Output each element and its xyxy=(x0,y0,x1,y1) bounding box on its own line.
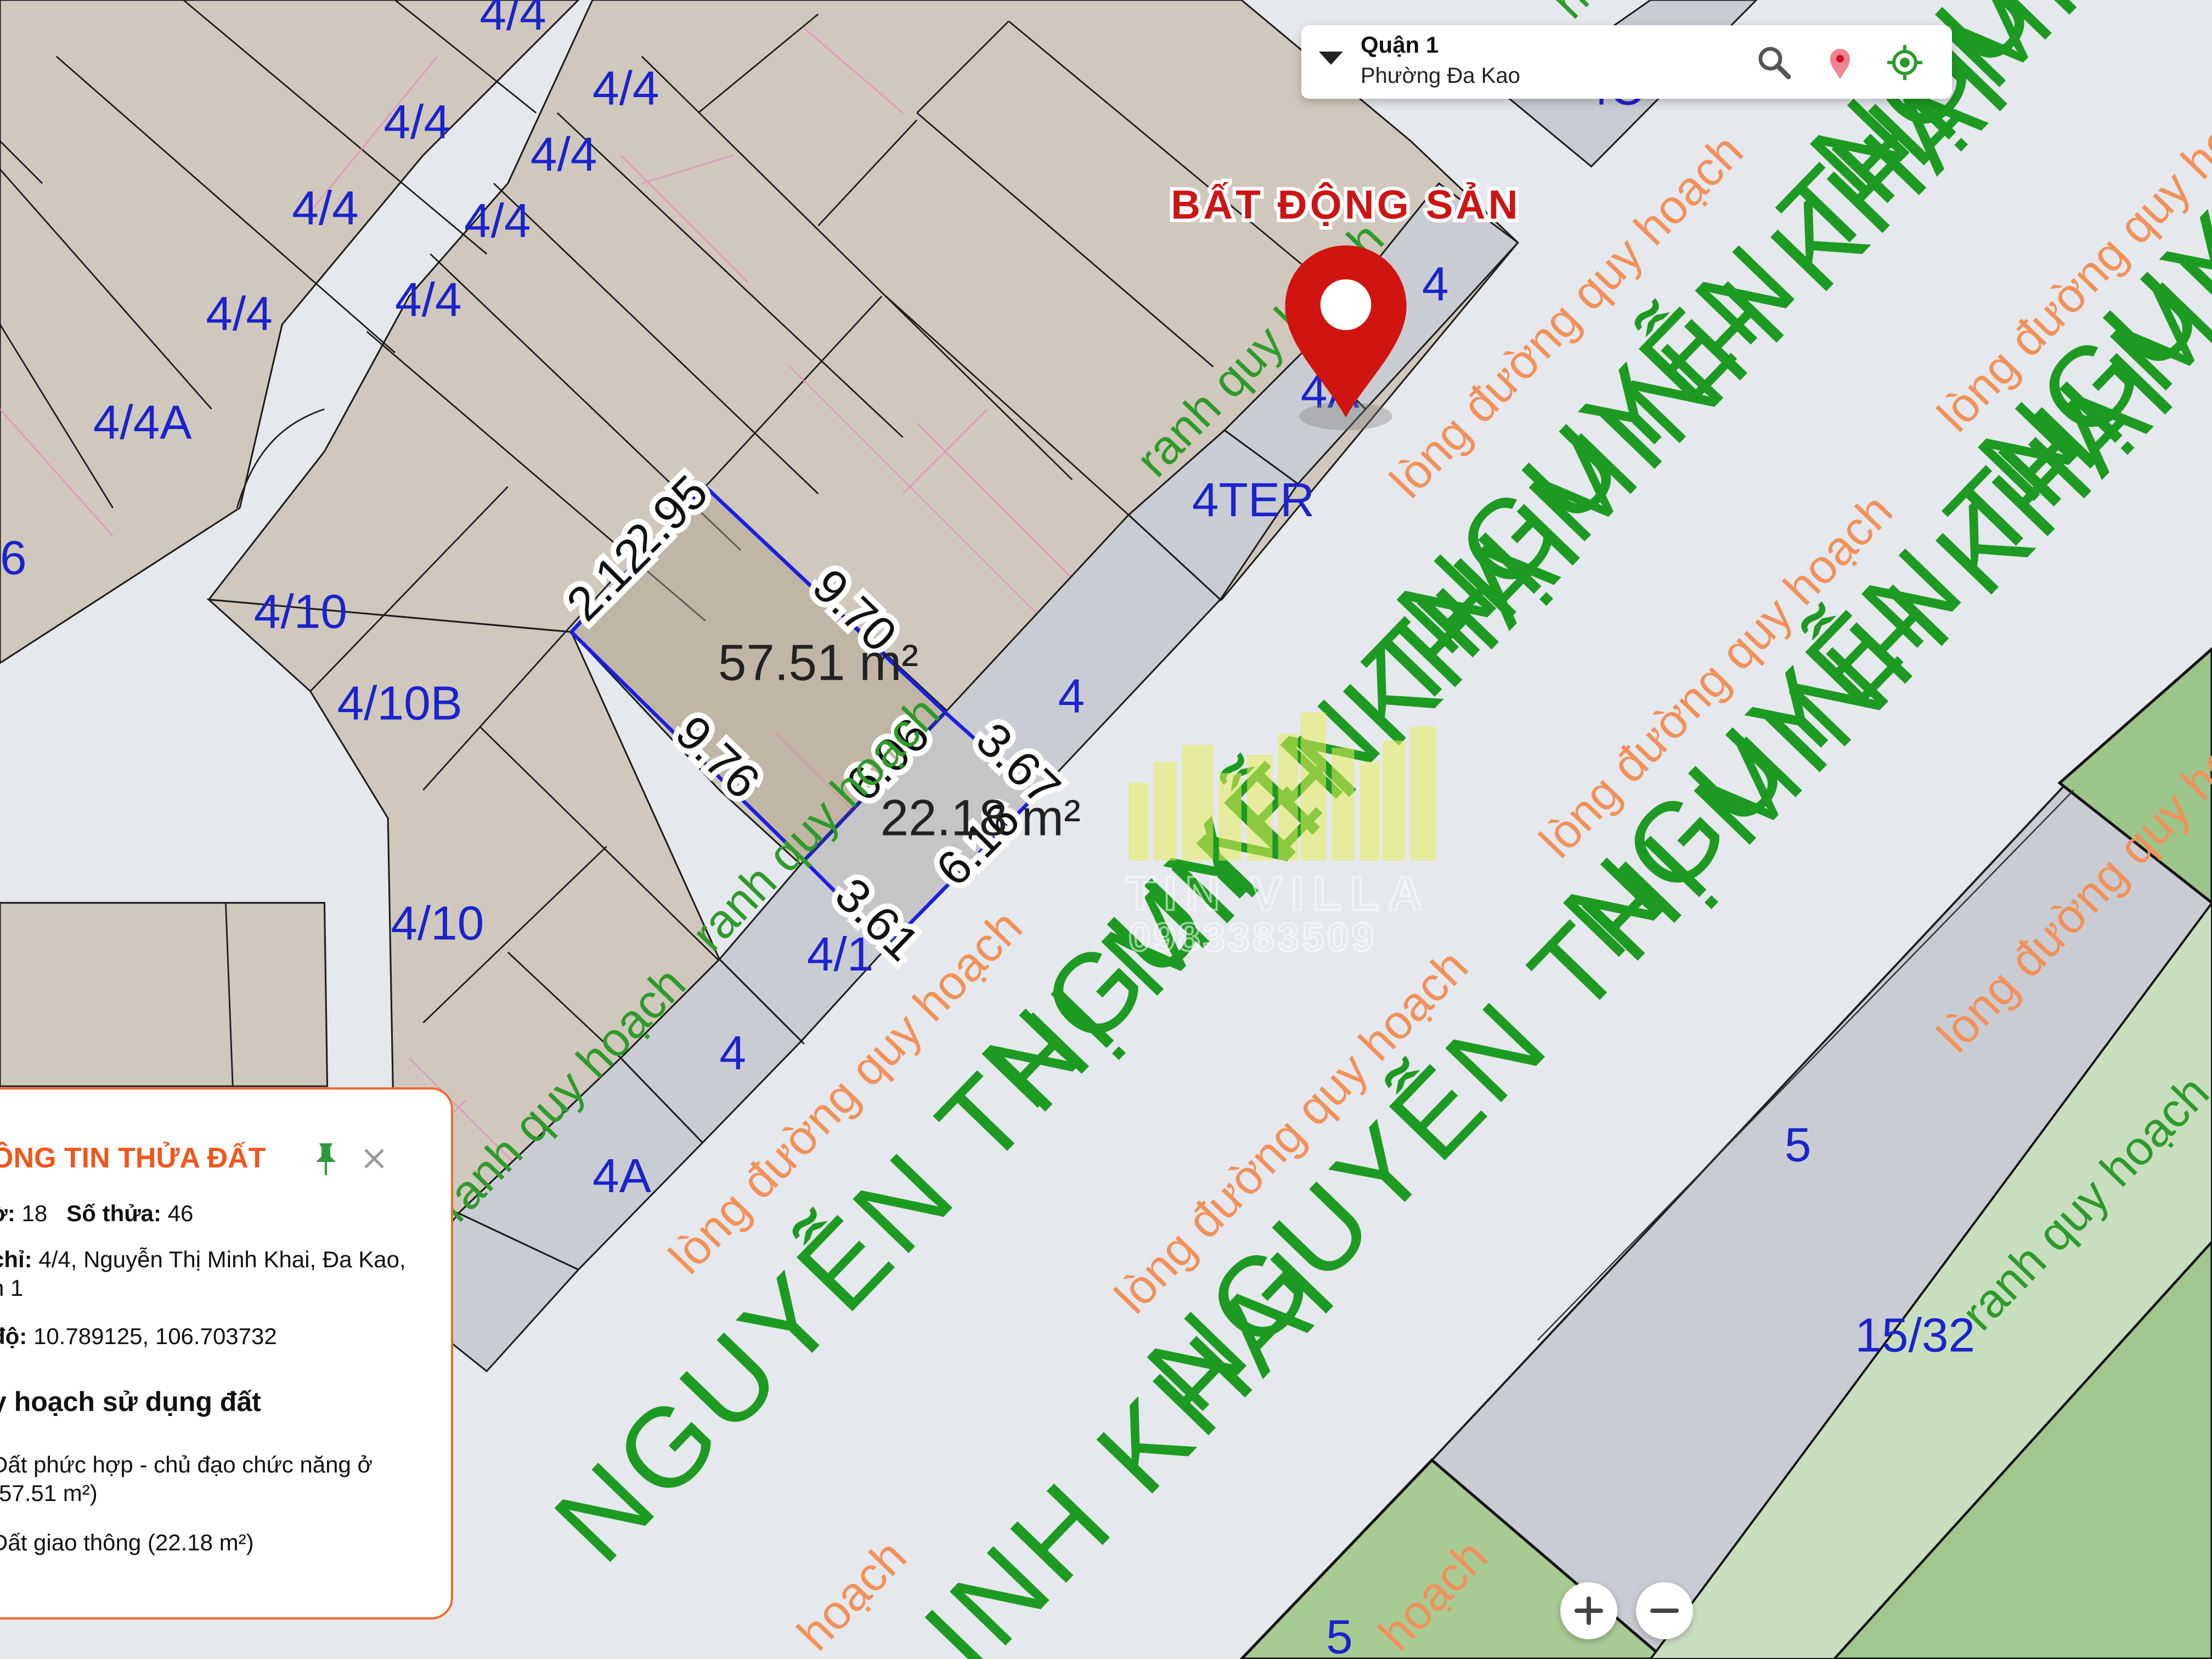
parcel-label: 4/4 xyxy=(464,194,531,247)
parcel-label: 4 xyxy=(1422,257,1449,311)
parcel-label: 4A xyxy=(592,1149,652,1203)
parcel-label: 4/4 xyxy=(206,287,273,341)
ward-name: Phường Đa Kao xyxy=(1361,64,1520,88)
parcel-number-value: 46 xyxy=(167,1200,194,1226)
search-icon[interactable] xyxy=(1753,42,1795,83)
brand-label: BẤT ĐỘNG SẢN xyxy=(1171,182,1521,228)
parcel-label: 5 xyxy=(1785,1118,1812,1171)
address-row: chỉ: 4/4, Nguyễn Thị Minh Khai, Đa Kao, xyxy=(0,1245,406,1274)
parcel-label: 4/4 xyxy=(479,0,546,40)
parcel-label: 4/4 xyxy=(395,273,462,326)
parcel-info-panel: ÔNG TIN THỬA ĐẤT ờ: 18 Số thửa: 46 chỉ: … xyxy=(0,1087,453,1620)
coordinates-label: độ: xyxy=(0,1323,27,1349)
sheet-parcel-row: ờ: 18 Số thửa: 46 xyxy=(0,1199,193,1228)
parcel-label: 4 xyxy=(1058,669,1085,723)
parcel-label: 4/4 xyxy=(592,61,659,115)
area-label-main: 57.51 m² xyxy=(718,634,918,691)
coordinates-row: độ: 10.789125, 106.703732 xyxy=(0,1322,277,1351)
chevron-down-icon[interactable] xyxy=(1319,52,1343,65)
address-value: 4/4, Nguyễn Thị Minh Khai, Đa Kao, xyxy=(38,1246,406,1272)
parcel-label: 4TER xyxy=(1192,473,1314,527)
coordinates-value: 10.789125, 106.703732 xyxy=(33,1323,277,1349)
zoom-out-button[interactable] xyxy=(1636,1582,1693,1639)
close-icon[interactable] xyxy=(358,1142,391,1175)
parcel-label: 4/10 xyxy=(254,584,347,638)
parcel-label: 4/4 xyxy=(531,127,597,181)
address-label: chỉ: xyxy=(0,1246,32,1272)
watermark-phone: 0983383509 xyxy=(1128,916,1376,960)
plus-icon xyxy=(1575,1596,1603,1625)
land-use-2: Đất giao thông (22.18 m²) xyxy=(0,1530,254,1555)
address-line-2: n 1 xyxy=(0,1275,24,1301)
map-marker-icon[interactable] xyxy=(1819,42,1861,83)
panel-title: ÔNG TIN THỬA ĐẤT xyxy=(0,1142,266,1174)
land-use-1-line1: Đất phức hợp - chủ đạo chức năng ở xyxy=(0,1452,373,1477)
parcel-label: 6 xyxy=(0,531,27,585)
minus-icon xyxy=(1650,1609,1679,1613)
area-label-road: 22.18 m² xyxy=(881,789,1081,846)
pin-icon[interactable] xyxy=(309,1140,342,1178)
parcel-label: 4/4 xyxy=(383,95,450,149)
land-use-1-line2: (57.51 m²) xyxy=(0,1480,98,1506)
parcel-label: 4/4 xyxy=(292,181,359,235)
parcel-label: 4 xyxy=(719,1026,746,1080)
parcel-label: 4/4A xyxy=(93,396,193,449)
parcel-label: 4/10 xyxy=(391,896,484,950)
planning-heading: y hoạch sử dụng đất xyxy=(0,1386,261,1417)
parcel-label: 15/32 xyxy=(1855,1308,1975,1362)
zoom-in-button[interactable] xyxy=(1560,1582,1617,1639)
parcel-number-label: Số thửa: xyxy=(66,1200,162,1226)
sheet-value: 18 xyxy=(21,1200,48,1226)
sheet-label: ờ: xyxy=(0,1200,15,1226)
watermark-name: TIN VILLA xyxy=(1126,867,1431,921)
crosshair-locate-icon[interactable] xyxy=(1884,42,1926,83)
location-bar: Quận 1 Phường Đa Kao xyxy=(1301,25,1952,99)
parcel-label: 5 xyxy=(1326,1610,1353,1659)
parcel-label: 4/10B xyxy=(337,676,462,730)
district-name: Quận 1 xyxy=(1361,32,1439,58)
